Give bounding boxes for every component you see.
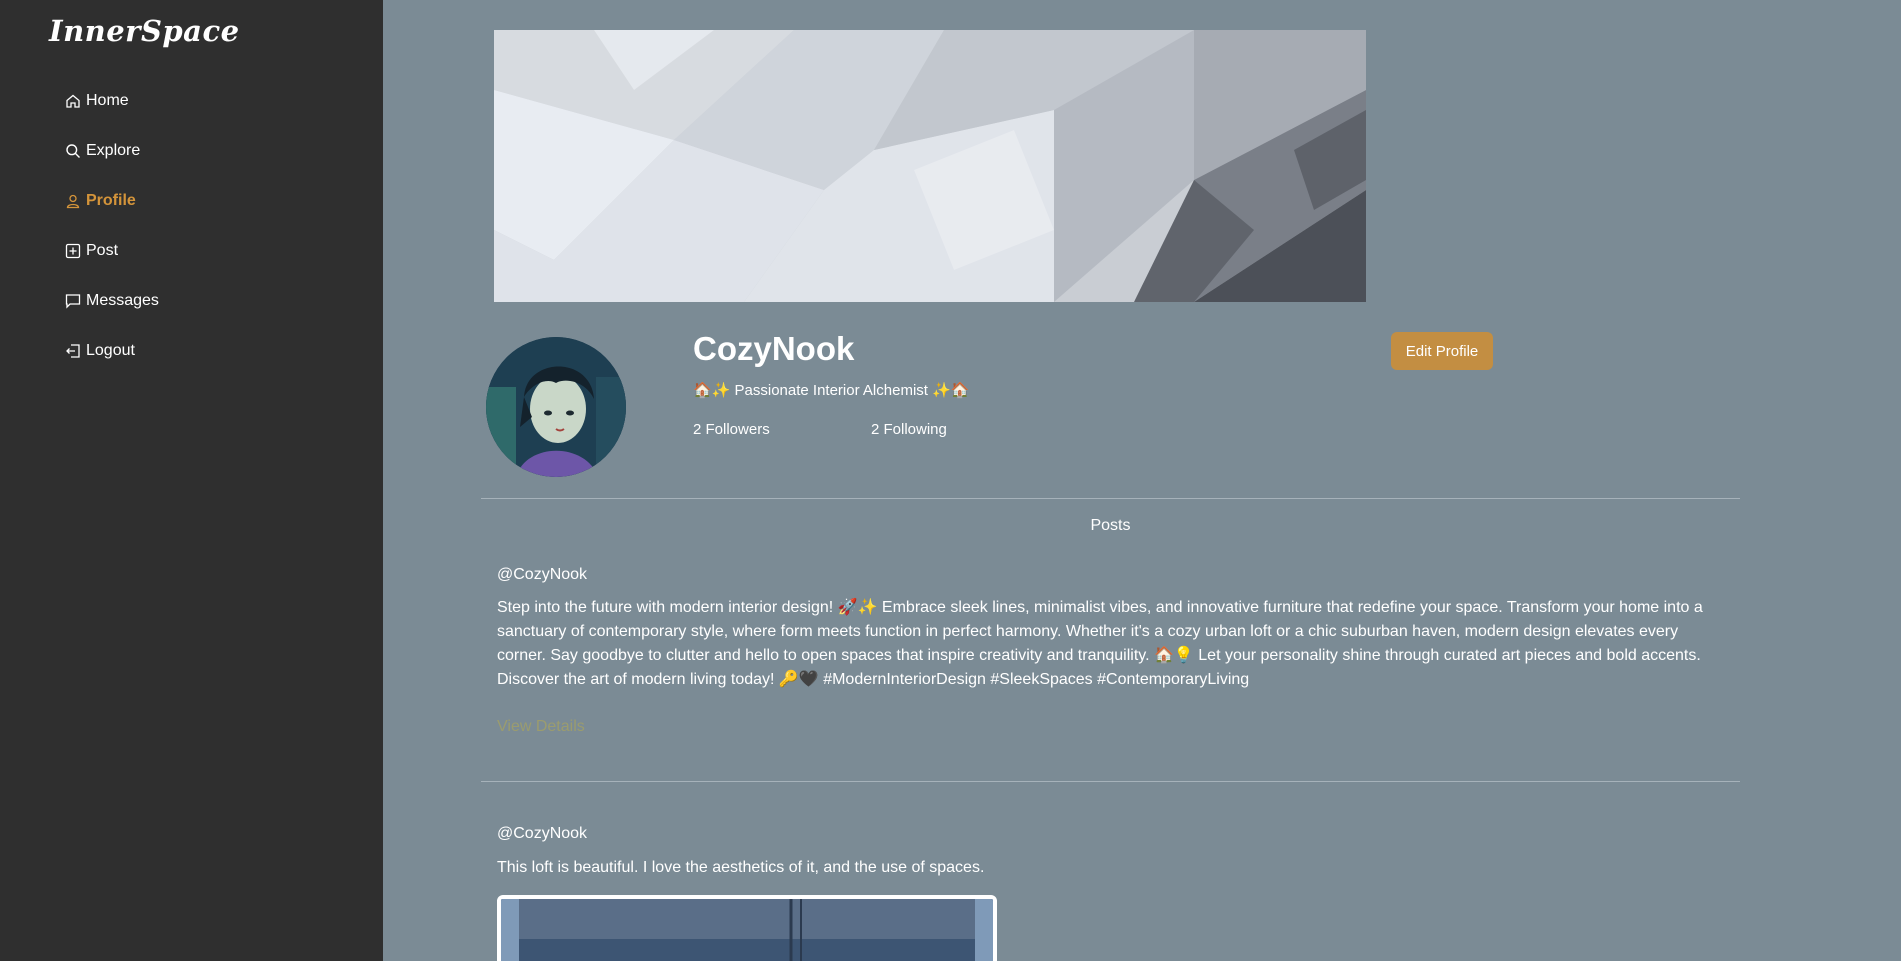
sidebar-item-post[interactable]: Post bbox=[64, 226, 159, 276]
sidebar-item-label: Home bbox=[86, 92, 129, 109]
sidebar-item-home[interactable]: Home bbox=[64, 76, 159, 126]
section-divider bbox=[481, 498, 1740, 499]
post-author[interactable]: @CozyNook bbox=[497, 825, 587, 843]
post-divider bbox=[481, 781, 1740, 782]
profile-bio: 🏠✨ Passionate Interior Alchemist ✨🏠 bbox=[693, 382, 970, 399]
post-text: This loft is beautiful. I love the aesth… bbox=[497, 859, 985, 876]
edit-profile-button[interactable]: Edit Profile bbox=[1391, 332, 1493, 370]
sidebar-item-explore[interactable]: Explore bbox=[64, 126, 159, 176]
plus-square-icon bbox=[64, 242, 82, 260]
search-icon bbox=[64, 142, 82, 160]
sidebar-item-label: Messages bbox=[86, 292, 159, 309]
user-icon bbox=[64, 192, 82, 210]
sidebar: InnerSpace Home Explore Profile Post Mes… bbox=[0, 0, 383, 961]
post-image[interactable] bbox=[497, 895, 997, 961]
sidebar-nav: Home Explore Profile Post Messages Logou… bbox=[64, 76, 159, 376]
sidebar-item-label: Post bbox=[86, 242, 119, 259]
sidebar-item-label: Logout bbox=[86, 342, 135, 359]
home-icon bbox=[64, 92, 82, 110]
brand-logo[interactable]: InnerSpace bbox=[49, 14, 240, 48]
sidebar-item-label: Explore bbox=[86, 142, 141, 159]
chat-icon bbox=[64, 292, 82, 310]
sidebar-item-messages[interactable]: Messages bbox=[64, 276, 159, 326]
sidebar-item-logout[interactable]: Logout bbox=[64, 326, 159, 376]
following-count[interactable]: 2 Following bbox=[871, 421, 947, 438]
sidebar-item-profile[interactable]: Profile bbox=[64, 176, 159, 226]
post-text: Step into the future with modern interio… bbox=[497, 599, 1703, 688]
posts-heading: Posts bbox=[1090, 517, 1131, 534]
view-details-link[interactable]: View Details bbox=[497, 718, 585, 736]
post-author[interactable]: @CozyNook bbox=[497, 566, 587, 584]
sidebar-item-label: Profile bbox=[86, 192, 136, 209]
followers-count[interactable]: 2 Followers bbox=[693, 421, 770, 438]
profile-banner bbox=[494, 30, 1366, 302]
profile-username: CozyNook bbox=[693, 330, 855, 367]
logout-icon bbox=[64, 342, 82, 360]
avatar bbox=[486, 337, 626, 477]
